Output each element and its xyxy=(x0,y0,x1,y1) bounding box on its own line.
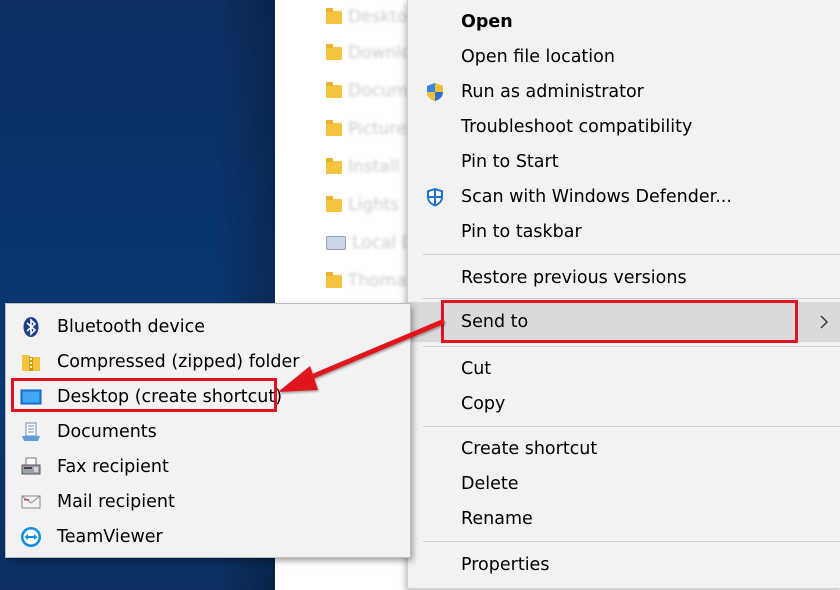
list-item[interactable]: Pictures xyxy=(326,114,415,144)
chevron-right-icon xyxy=(820,315,828,329)
menu-item-scan-defender[interactable]: Scan with Windows Defender... xyxy=(408,180,840,214)
folder-icon xyxy=(326,195,342,212)
menu-item-copy[interactable]: Copy xyxy=(408,387,840,421)
menu-item-label: Rename xyxy=(461,509,533,529)
menu-item-run-as-administrator[interactable]: Run as administrator xyxy=(408,75,840,109)
folder-icon xyxy=(326,43,342,60)
send-to-highlight-box xyxy=(441,300,798,343)
zip-folder-icon xyxy=(22,355,40,371)
submenu-item-label: TeamViewer xyxy=(57,527,163,547)
submenu-item-label: Compressed (zipped) folder xyxy=(57,352,300,372)
folder-icon xyxy=(326,271,342,288)
folder-icon xyxy=(326,119,342,136)
drive-icon xyxy=(326,236,346,250)
menu-item-troubleshoot-compatibility[interactable]: Troubleshoot compatibility xyxy=(408,110,840,144)
submenu-item-label: Documents xyxy=(57,422,157,442)
menu-item-label: Troubleshoot compatibility xyxy=(461,117,693,137)
list-item[interactable]: Thomas xyxy=(326,266,415,296)
submenu-item-label: Mail recipient xyxy=(57,492,175,512)
annotation-arrow-icon xyxy=(278,319,445,392)
menu-item-label: Run as administrator xyxy=(461,82,644,102)
menu-item-cut[interactable]: Cut xyxy=(408,352,840,386)
menu-item-restore-previous-versions[interactable]: Restore previous versions xyxy=(408,261,840,295)
list-item-name: Install xyxy=(348,157,400,177)
submenu-item-label: Bluetooth device xyxy=(57,317,205,337)
menu-item-open-file-location[interactable]: Open file location xyxy=(408,40,840,74)
list-item[interactable]: Install xyxy=(326,152,399,182)
list-item-name: Lights xyxy=(348,195,400,215)
send-to-teamviewer[interactable]: TeamViewer xyxy=(6,520,410,554)
menu-item-label: Pin to Start xyxy=(461,152,559,172)
menu-item-label: Create shortcut xyxy=(461,439,598,459)
documents-icon xyxy=(22,422,40,441)
menu-item-label: Copy xyxy=(461,394,506,414)
menu-item-label: Open file location xyxy=(461,47,615,67)
menu-separator xyxy=(423,426,840,427)
menu-item-rename[interactable]: Rename xyxy=(408,502,840,536)
send-to-fax-recipient[interactable]: Fax recipient xyxy=(6,450,410,484)
folder-icon xyxy=(326,81,342,98)
menu-item-label: Delete xyxy=(461,474,519,494)
menu-item-label: Open xyxy=(461,12,513,32)
explorer-file-list: Desktop Downloads Documents Pictures Ins… xyxy=(276,0,445,300)
menu-item-label: Restore previous versions xyxy=(461,268,687,288)
menu-separator xyxy=(423,346,840,347)
bluetooth-icon xyxy=(23,317,39,337)
menu-item-label: Pin to taskbar xyxy=(461,222,582,242)
submenu-item-label: Fax recipient xyxy=(57,457,169,477)
menu-item-create-shortcut[interactable]: Create shortcut xyxy=(408,432,840,466)
fax-icon xyxy=(21,457,41,475)
context-menu: Open Open file location Run as administr… xyxy=(407,0,840,589)
teamviewer-icon xyxy=(21,527,41,547)
menu-item-pin-to-taskbar[interactable]: Pin to taskbar xyxy=(408,215,840,249)
menu-separator xyxy=(423,541,840,542)
menu-item-properties[interactable]: Properties xyxy=(408,548,840,582)
list-item-name: Thomas xyxy=(348,271,416,291)
menu-item-label: Scan with Windows Defender... xyxy=(461,187,732,207)
menu-item-delete[interactable]: Delete xyxy=(408,467,840,501)
desktop-highlight-box xyxy=(11,378,277,412)
list-item[interactable]: Desktop xyxy=(326,2,418,32)
menu-separator xyxy=(423,254,840,255)
send-to-documents[interactable]: Documents xyxy=(6,415,410,449)
folder-icon xyxy=(326,7,342,24)
uac-shield-icon xyxy=(427,83,443,101)
send-to-mail-recipient[interactable]: Mail recipient xyxy=(6,485,410,519)
list-item-name: Pictures xyxy=(348,119,416,139)
mail-icon xyxy=(21,495,41,509)
menu-item-label: Properties xyxy=(461,555,550,575)
list-item[interactable]: Lights xyxy=(326,190,399,220)
defender-shield-icon xyxy=(427,188,443,207)
menu-separator xyxy=(423,298,840,299)
menu-item-pin-to-start[interactable]: Pin to Start xyxy=(408,145,840,179)
menu-item-label: Cut xyxy=(461,359,492,379)
folder-icon xyxy=(326,157,342,174)
menu-item-open[interactable]: Open xyxy=(408,5,840,39)
